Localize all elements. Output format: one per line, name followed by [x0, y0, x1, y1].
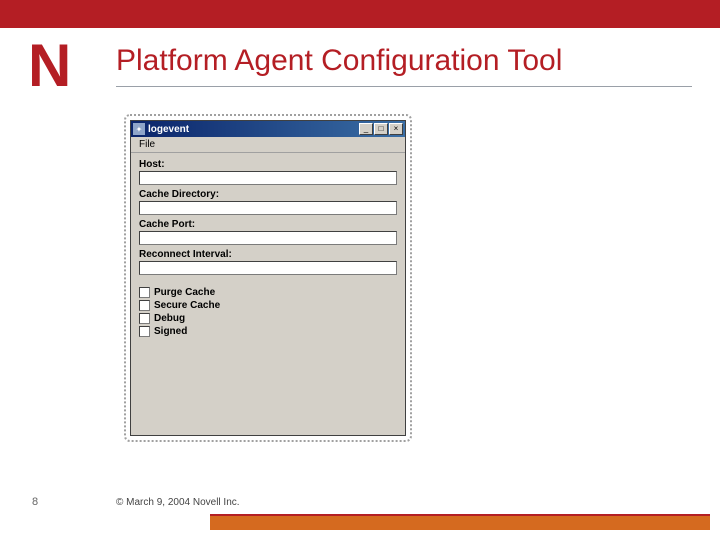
signed-checkbox[interactable] — [139, 326, 150, 337]
reconnect-label: Reconnect Interval: — [139, 249, 397, 260]
cache-dir-label: Cache Directory: — [139, 189, 397, 200]
cache-dir-row: Cache Directory: — [139, 189, 397, 215]
cache-port-label: Cache Port: — [139, 219, 397, 230]
debug-label: Debug — [154, 313, 185, 324]
reconnect-row: Reconnect Interval: — [139, 249, 397, 275]
page-number: 8 — [32, 496, 38, 508]
debug-row: Debug — [139, 313, 397, 324]
secure-cache-row: Secure Cache — [139, 300, 397, 311]
purge-cache-label: Purge Cache — [154, 287, 215, 298]
slide-title: Platform Agent Configuration Tool — [116, 44, 562, 78]
cache-dir-input[interactable] — [139, 201, 397, 215]
secure-cache-checkbox[interactable] — [139, 300, 150, 311]
app-icon: ✦ — [133, 123, 145, 135]
screenshot-container: ✦ logevent _ □ × File Host: Cache Direct… — [124, 114, 412, 442]
menubar: File — [131, 137, 405, 153]
brand-logo: N — [28, 40, 82, 94]
signed-row: Signed — [139, 326, 397, 337]
purge-cache-row: Purge Cache — [139, 287, 397, 298]
host-row: Host: — [139, 159, 397, 185]
window-titlebar[interactable]: ✦ logevent _ □ × — [131, 121, 405, 137]
cache-port-row: Cache Port: — [139, 219, 397, 245]
host-input[interactable] — [139, 171, 397, 185]
menu-file[interactable]: File — [135, 138, 159, 151]
minimize-button[interactable]: _ — [359, 123, 373, 135]
purge-cache-checkbox[interactable] — [139, 287, 150, 298]
form-body: Host: Cache Directory: Cache Port: Recon… — [131, 153, 405, 435]
signed-label: Signed — [154, 326, 187, 337]
footer-accent-bar — [210, 514, 710, 530]
spacer — [139, 279, 397, 287]
title-underline — [116, 86, 692, 87]
cache-port-input[interactable] — [139, 231, 397, 245]
app-window: ✦ logevent _ □ × File Host: Cache Direct… — [130, 120, 406, 436]
footer-copyright: © March 9, 2004 Novell Inc. — [116, 497, 240, 508]
host-label: Host: — [139, 159, 397, 170]
close-button[interactable]: × — [389, 123, 403, 135]
window-title: logevent — [148, 124, 359, 135]
window-control-group: _ □ × — [359, 123, 403, 135]
maximize-button[interactable]: □ — [374, 123, 388, 135]
secure-cache-label: Secure Cache — [154, 300, 220, 311]
debug-checkbox[interactable] — [139, 313, 150, 324]
brand-top-bar — [0, 0, 720, 28]
reconnect-input[interactable] — [139, 261, 397, 275]
